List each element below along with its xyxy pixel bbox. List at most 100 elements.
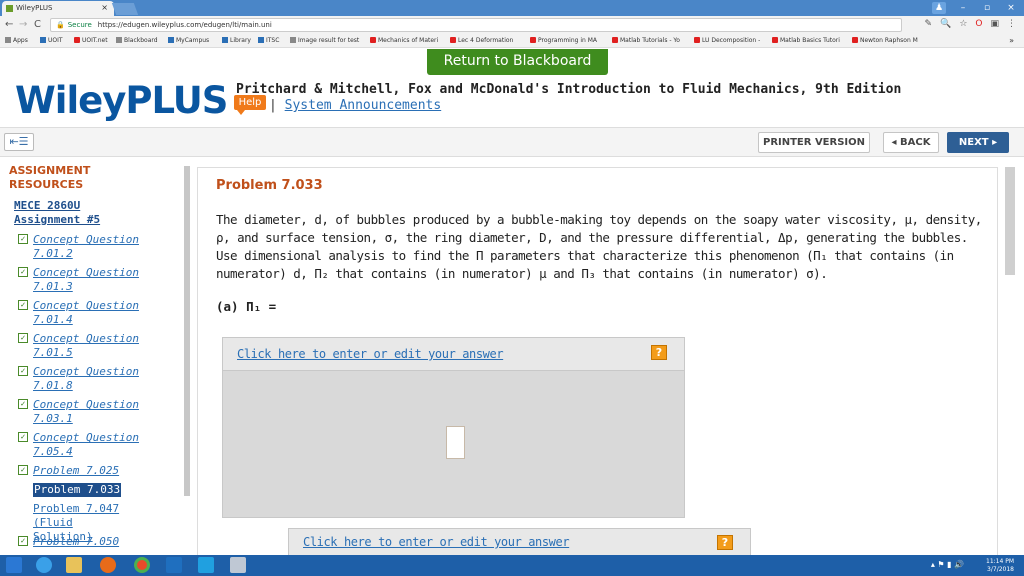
browser-titlebar: WileyPLUS × ♟ – ▫ ×	[0, 0, 1024, 16]
bookmark-blackboard[interactable]: Blackboard	[116, 37, 158, 44]
content-scrollbar[interactable]	[1005, 167, 1015, 275]
sidebar-item-7-025[interactable]: ✓ Problem 7.025	[18, 464, 163, 478]
sidebar-item-7-01-3[interactable]: ✓ Concept Question 7.01.3	[18, 266, 163, 294]
outlook-icon[interactable]	[166, 557, 182, 573]
browser-tab[interactable]: WileyPLUS ×	[2, 1, 114, 16]
checkmark-icon: ✓	[18, 234, 28, 244]
close-window-icon[interactable]: ×	[1004, 3, 1018, 13]
uoit-icon	[222, 37, 228, 43]
calculator-icon[interactable]	[230, 557, 246, 573]
maximize-icon[interactable]: ▫	[980, 3, 994, 13]
google-icon	[290, 37, 296, 43]
bookmark-programming[interactable]: Programming in MA	[530, 37, 597, 44]
wileyplus-logo: WileyPLUS	[15, 79, 228, 122]
bookmark-lec4[interactable]: Lec 4 Deformation	[450, 37, 513, 44]
menu-icon[interactable]: ⋮	[1007, 19, 1016, 29]
bookmark-mycampus[interactable]: MyCampus	[168, 37, 209, 44]
bookmarks-overflow-icon[interactable]: »	[1009, 36, 1014, 45]
minimize-icon[interactable]: –	[956, 3, 970, 13]
answer-input-field[interactable]	[446, 426, 465, 459]
answer-help-icon[interactable]: ?	[651, 345, 667, 360]
start-button[interactable]	[6, 557, 22, 573]
youtube-icon	[370, 37, 376, 43]
url-input[interactable]: 🔒 Secure https://edugen.wileyplus.com/edug…	[50, 18, 902, 32]
answer-help-icon-2[interactable]: ?	[717, 535, 733, 550]
zoom-icon[interactable]: 🔍	[940, 19, 951, 29]
uoit-icon	[168, 37, 174, 43]
part-a-label: (a) Π₁ =	[216, 299, 277, 314]
bookmark-image-result[interactable]: Image result for test	[290, 37, 359, 44]
lock-icon: 🔒	[56, 21, 65, 29]
blackboard-icon	[116, 37, 122, 43]
system-tray-icons[interactable]: ▴ ⚑ ▮ 🔊	[931, 560, 964, 569]
sidebar-item-7-033[interactable]: Problem 7.033	[19, 483, 122, 497]
enter-answer-link[interactable]: Click here to enter or edit your answer	[237, 347, 504, 361]
checkmark-icon: ✓	[18, 432, 28, 442]
return-to-blackboard-button[interactable]: Return to Blackboard	[427, 49, 608, 75]
bookmark-itsc[interactable]: ITSC	[258, 37, 279, 44]
back-arrow-icon[interactable]: ←	[5, 19, 13, 30]
tab-close-icon[interactable]: ×	[101, 3, 108, 12]
chrome-icon[interactable]	[134, 557, 150, 573]
collapse-sidebar-icon[interactable]: ⇤☰	[4, 133, 34, 151]
sidebar-item-7-01-2[interactable]: ✓ Concept Question 7.01.2	[18, 233, 163, 261]
header-links: | System Announcements	[269, 98, 441, 113]
next-button[interactable]: NEXT ▸	[947, 132, 1009, 153]
enter-answer-link-2[interactable]: Click here to enter or edit your answer	[303, 535, 570, 549]
checkmark-icon: ✓	[18, 333, 28, 343]
extension-icon[interactable]: ▣	[990, 19, 999, 29]
sidebar-heading: ASSIGNMENT RESOURCES	[9, 164, 91, 191]
user-profile-icon[interactable]: ♟	[932, 2, 946, 14]
address-bar: ← → C 🔒 Secure https://edugen.wileyplus.co…	[0, 16, 1024, 35]
answer-panel-b: Click here to enter or edit your answer …	[288, 528, 751, 556]
printer-version-button[interactable]: PRINTER VERSION	[758, 132, 870, 153]
youtube-icon	[852, 37, 858, 43]
separator: |	[269, 98, 277, 113]
forward-arrow-icon[interactable]: →	[19, 19, 27, 30]
skype-icon[interactable]	[198, 557, 214, 573]
firefox-icon[interactable]	[100, 557, 116, 573]
sidebar-item-7-05-4[interactable]: ✓ Concept Question 7.05.4	[18, 431, 163, 459]
bookmark-newton-raphson[interactable]: Newton Raphson M	[852, 37, 918, 44]
system-announcements-link[interactable]: System Announcements	[285, 98, 442, 113]
bookmarks-bar: Apps UOIT UOIT.net Blackboard MyCampus L…	[0, 35, 1024, 48]
back-button[interactable]: ◂ BACK	[883, 132, 939, 153]
sidebar-item-7-050[interactable]: ✓ Problem 7.050	[18, 535, 163, 549]
reload-icon[interactable]: C	[34, 19, 41, 30]
bookmark-library[interactable]: Library	[222, 37, 251, 44]
bookmark-matlab-basics[interactable]: Matlab Basics Tutori	[772, 37, 840, 44]
wileyplus-favicon-icon	[6, 5, 13, 12]
sidebar-item-7-01-8[interactable]: ✓ Concept Question 7.01.8	[18, 365, 163, 393]
bookmark-uoit-net[interactable]: UOIT.net	[74, 37, 108, 44]
gmail-icon	[74, 37, 80, 43]
window-controls: ♟ – ▫ ×	[932, 0, 1018, 16]
uoit-icon	[258, 37, 264, 43]
checkmark-icon: ✓	[18, 536, 28, 546]
bookmark-lu-decomposition[interactable]: LU Decomposition -	[694, 37, 760, 44]
secure-label: Secure	[67, 21, 92, 29]
bookmark-star-icon[interactable]: ☆	[959, 19, 967, 29]
opera-icon[interactable]: O	[975, 19, 982, 29]
bookmark-apps[interactable]: Apps	[5, 37, 28, 44]
uoit-icon	[40, 37, 46, 43]
sidebar-item-7-01-4[interactable]: ✓ Concept Question 7.01.4	[18, 299, 163, 327]
sidebar-item-7-03-1[interactable]: ✓ Concept Question 7.03.1	[18, 398, 163, 426]
sidebar-item-7-01-5[interactable]: ✓ Concept Question 7.01.5	[18, 332, 163, 360]
new-tab-button[interactable]	[111, 3, 139, 15]
course-assignment-link[interactable]: MECE 2860U Assignment #5	[14, 199, 100, 227]
bookmark-uoit[interactable]: UOIT	[40, 37, 63, 44]
problem-content: Problem 7.033 The diameter, d, of bubble…	[197, 167, 998, 557]
bookmark-mechanics[interactable]: Mechanics of Materi	[370, 37, 438, 44]
assignment-toolbar: ⇤☰ PRINTER VERSION ◂ BACK NEXT ▸	[0, 127, 1024, 157]
assignment-sidebar: ASSIGNMENT RESOURCES MECE 2860U Assignme…	[0, 158, 190, 555]
sidebar-scrollbar[interactable]	[184, 166, 190, 496]
file-explorer-icon[interactable]	[66, 557, 82, 573]
bookmark-matlab-tutorials[interactable]: Matlab Tutorials - Yo	[612, 37, 680, 44]
checkmark-icon: ✓	[18, 300, 28, 310]
clock[interactable]: 11:14 PM 3/7/2018	[986, 558, 1014, 574]
youtube-icon	[772, 37, 778, 43]
problem-title: Problem 7.033	[216, 178, 323, 193]
translate-icon[interactable]: ✎	[925, 19, 933, 29]
ie-icon[interactable]	[36, 557, 52, 573]
help-button[interactable]: Help	[234, 95, 266, 115]
